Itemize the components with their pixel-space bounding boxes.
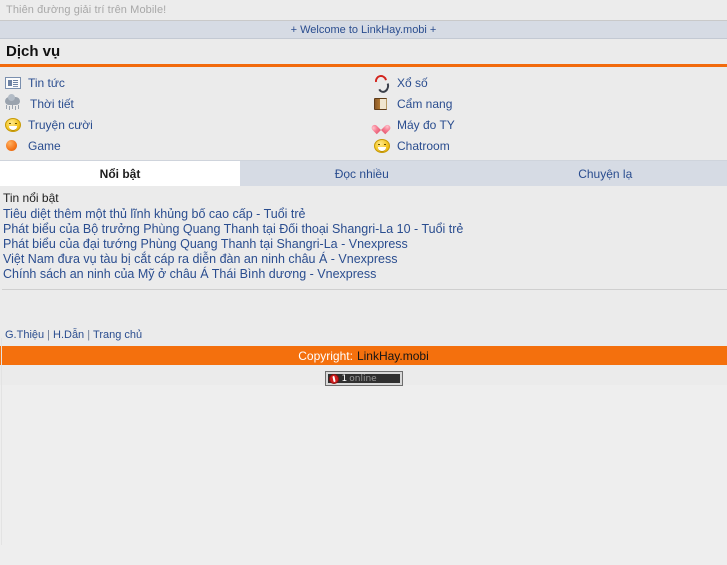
counter-area: 1 online [0, 365, 727, 385]
news-headline-link[interactable]: Việt Nam đưa vụ tàu bị cắt cáp ra diễn đ… [2, 252, 727, 267]
welcome-message: + Welcome to LinkHay.mobi + [291, 24, 437, 36]
service-link-tin-tuc[interactable]: Tin tức [0, 72, 363, 93]
service-label: Xổ số [397, 76, 428, 90]
services-grid: Tin tức Thời tiết Truyện cười Game [0, 67, 727, 160]
online-count: 1 [342, 374, 348, 384]
tagline-bar: Thiên đường giải trí trên Mobile! [0, 0, 727, 21]
footer-link-trang-chu[interactable]: Trang chủ [93, 329, 142, 341]
page-filler [0, 385, 727, 565]
news-section-title: Tin nổi bật [2, 190, 727, 207]
service-link-cam-nang[interactable]: Cẩm nang [369, 93, 726, 114]
footer-separator: | [44, 329, 53, 341]
heart-icon [374, 118, 390, 132]
orange-ball-icon [5, 138, 21, 154]
news-headline-link[interactable]: Tiêu diệt thêm một thủ lĩnh khủng bố cao… [2, 207, 727, 222]
left-edge-rule [1, 338, 2, 545]
services-heading-wrap: Dịch vụ [0, 39, 727, 64]
tab-noi-bat[interactable]: Nổi bật [0, 161, 240, 186]
tab-chuyen-la[interactable]: Chuyện lạ [484, 161, 727, 186]
services-column-right: Xổ số Cẩm nang Máy đo TY Chatroom [363, 72, 726, 156]
news-section: Tin nổi bật Tiêu diệt thêm một thủ lĩnh … [0, 186, 727, 298]
service-label: Chatroom [397, 139, 450, 153]
tab-bar: Nổi bật Đọc nhiều Chuyện lạ [0, 160, 727, 186]
footer-separator: | [84, 329, 93, 341]
footer-link-huong-dan[interactable]: H.Dẫn [53, 329, 84, 341]
service-label: Tin tức [28, 76, 65, 90]
service-link-may-do-ty[interactable]: Máy đo TY [369, 114, 726, 135]
service-link-thoi-tiet[interactable]: Thời tiết [0, 93, 363, 114]
smiley-face-icon [374, 139, 390, 153]
news-headline-link[interactable]: Chính sách an ninh của Mỹ ở châu Á Thái … [2, 267, 727, 282]
book-icon [374, 98, 390, 111]
news-bottom-divider [2, 289, 727, 290]
weather-rain-cloud-icon [5, 96, 23, 112]
news-headline-link[interactable]: Phát biểu của đại tướng Phùng Quang Than… [2, 237, 727, 252]
site-tagline: Thiên đường giải trí trên Mobile! [6, 4, 166, 16]
service-label: Thời tiết [30, 97, 74, 111]
copyright-label: Copyright: [298, 349, 353, 363]
smiley-face-icon [5, 118, 21, 132]
service-link-xo-so[interactable]: Xổ số [369, 72, 726, 93]
footer-nav: G.Thiệu|H.Dẫn|Trang chủ [0, 326, 727, 346]
page-root: Thiên đường giải trí trên Mobile! + Welc… [0, 0, 727, 565]
service-label: Truyện cười [28, 118, 93, 132]
spacer [0, 298, 727, 326]
news-icon [5, 77, 21, 89]
service-link-chatroom[interactable]: Chatroom [369, 135, 726, 156]
services-heading: Dịch vụ [6, 43, 727, 61]
footer-link-gioi-thieu[interactable]: G.Thiệu [5, 329, 44, 341]
runner-person-icon [329, 374, 339, 384]
service-link-game[interactable]: Game [0, 135, 363, 156]
service-label: Cẩm nang [397, 97, 452, 111]
copyright-bar: Copyright: LinkHay.mobi [0, 346, 727, 365]
service-label: Máy đo TY [397, 118, 455, 132]
online-label: online [349, 374, 376, 384]
services-column-left: Tin tức Thời tiết Truyện cười Game [0, 72, 363, 156]
copyright-site-name: LinkHay.mobi [357, 349, 429, 363]
news-headline-link[interactable]: Phát biểu của Bộ trưởng Phùng Quang Than… [2, 222, 727, 237]
service-link-truyen-cuoi[interactable]: Truyện cười [0, 114, 363, 135]
online-counter-widget[interactable]: 1 online [326, 372, 402, 385]
service-label: Game [28, 139, 61, 153]
tab-doc-nhieu[interactable]: Đọc nhiều [240, 161, 484, 186]
red-swirl-icon [374, 75, 390, 90]
welcome-bar: + Welcome to LinkHay.mobi + [0, 21, 727, 39]
